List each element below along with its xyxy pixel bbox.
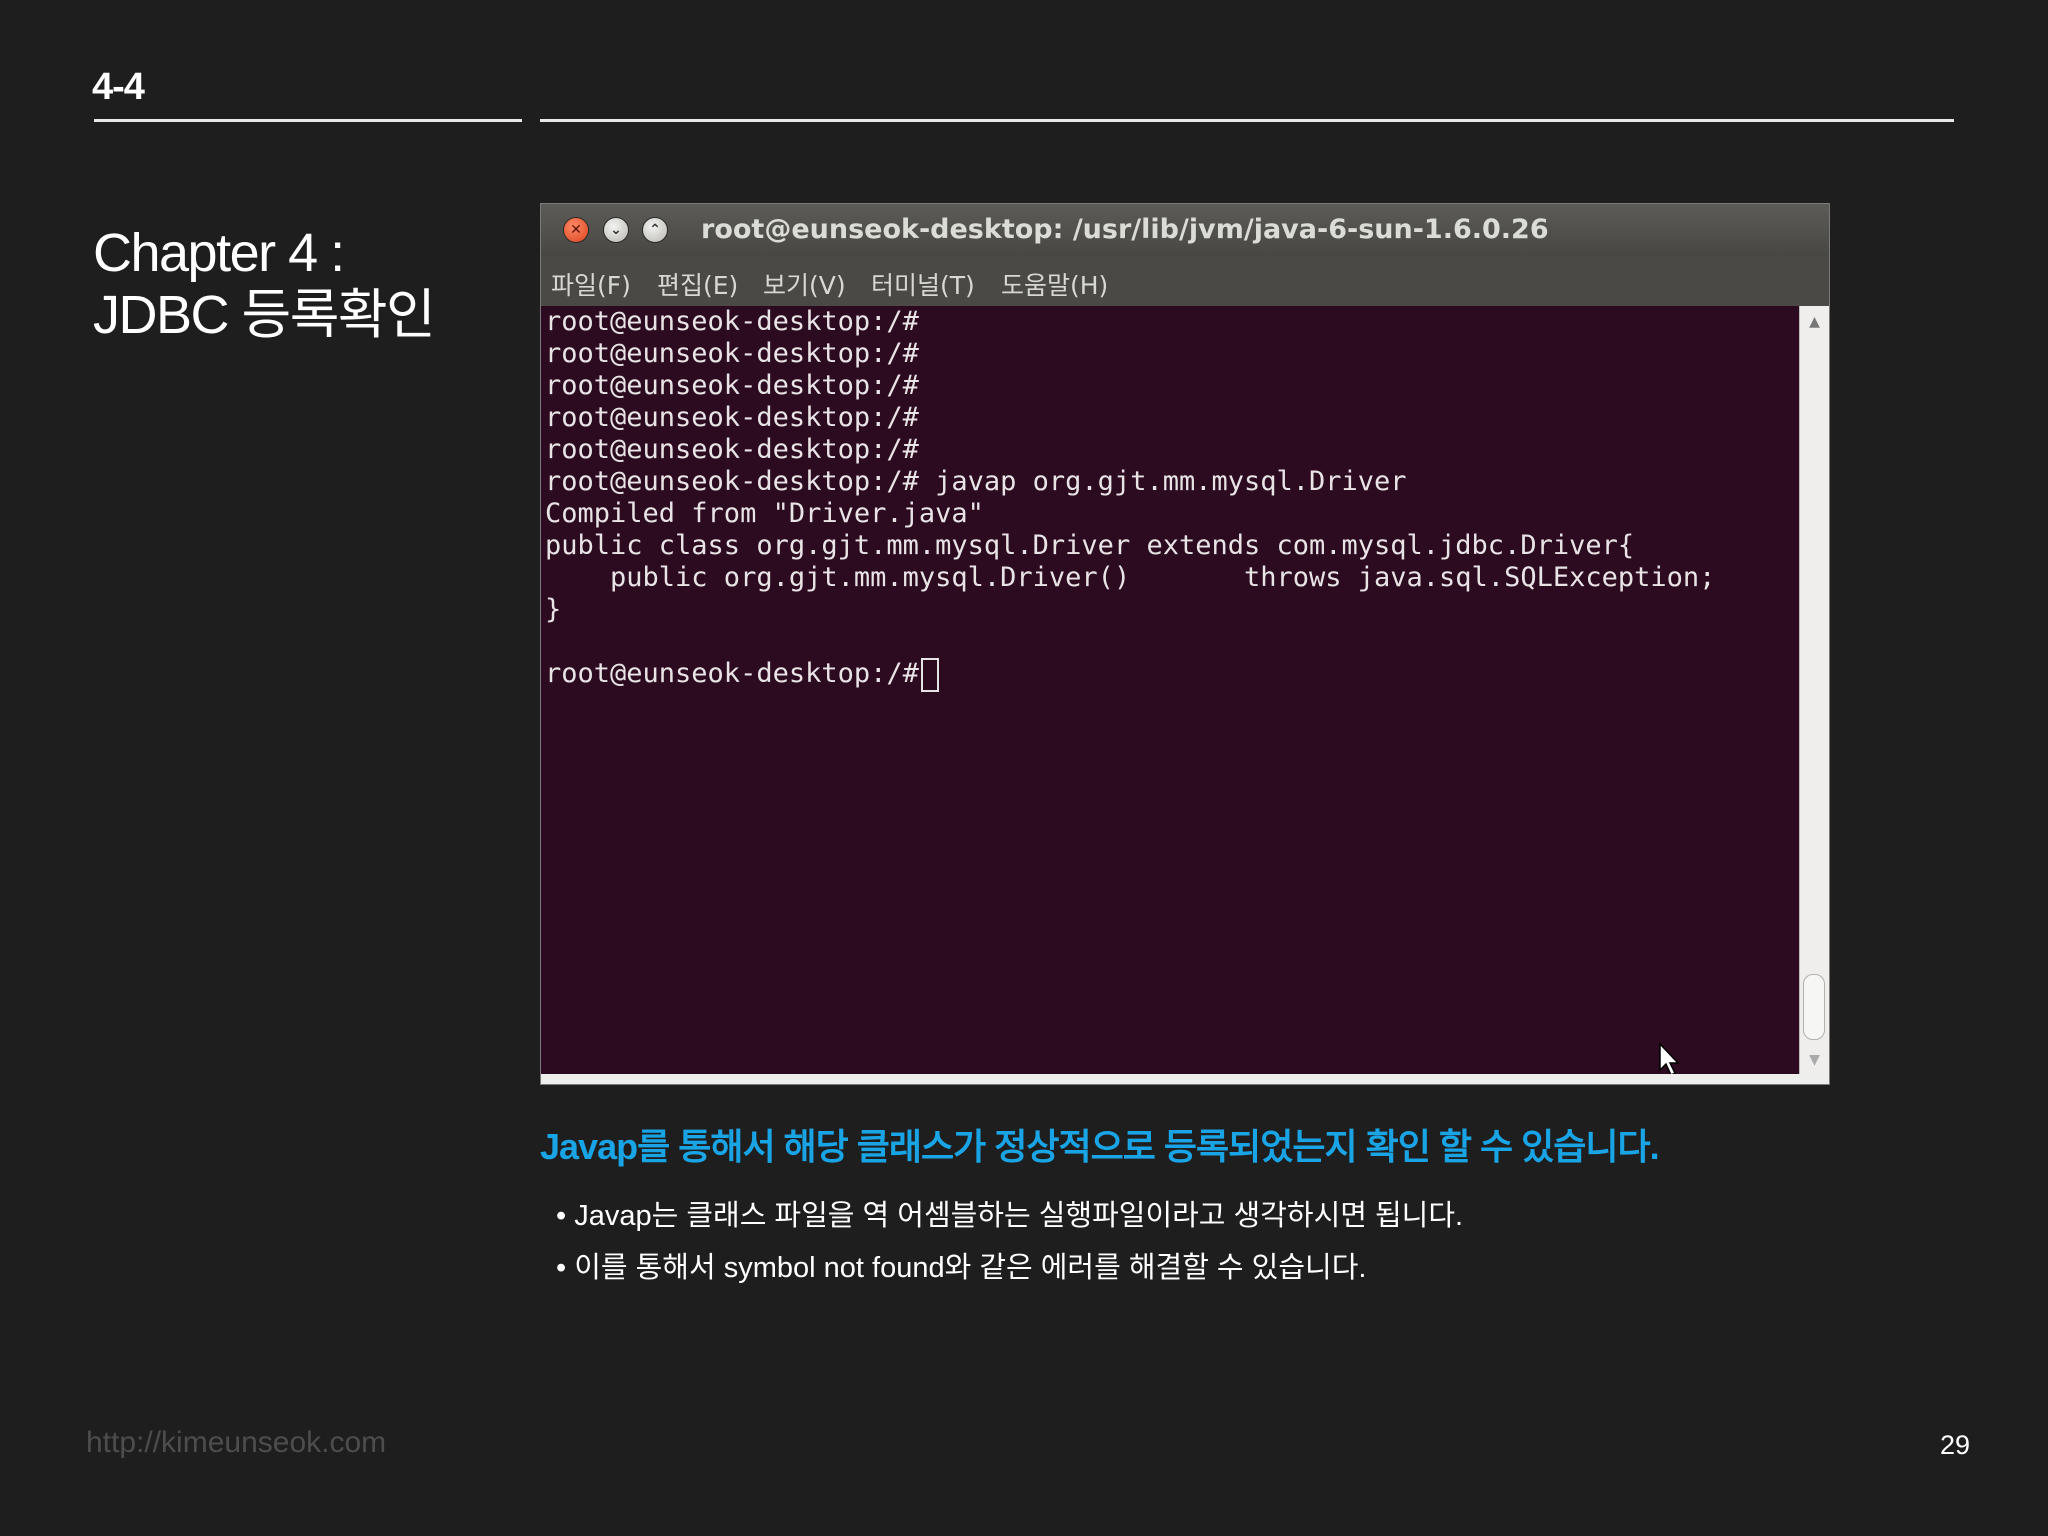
terminal-line: root@eunseok-desktop:/# javap org.gjt.mm… xyxy=(545,466,1407,497)
header-rule-right xyxy=(540,119,1954,122)
maximize-icon[interactable]: ⌃ xyxy=(642,217,668,243)
terminal-title: root@eunseok-desktop: /usr/lib/jvm/java-… xyxy=(701,214,1549,245)
menu-edit[interactable]: 편집(E) xyxy=(657,266,738,302)
menu-view[interactable]: 보기(V) xyxy=(763,266,846,302)
chapter-title-line1: Chapter 4 : xyxy=(93,223,345,283)
terminal-line: root@eunseok-desktop:/# xyxy=(545,434,919,465)
terminal-line: root@eunseok-desktop:/# xyxy=(545,370,919,401)
bullet-item: • Javap는 클래스 파일을 역 어셈블하는 실행파일이라고 생각하시면 됩… xyxy=(556,1200,1464,1232)
terminal-cursor xyxy=(921,658,939,692)
terminal-line: public class org.gjt.mm.mysql.Driver ext… xyxy=(545,530,1635,561)
terminal-line: public org.gjt.mm.mysql.Driver() throws … xyxy=(545,562,1716,593)
terminal-line: root@eunseok-desktop:/# xyxy=(545,402,919,433)
terminal-line: root@eunseok-desktop:/# xyxy=(545,338,919,369)
footer-url: http://kimeunseok.com xyxy=(86,1426,387,1459)
terminal-scrollbar[interactable]: ▲ ▼ xyxy=(1799,306,1829,1076)
terminal-window[interactable]: ✕ ⌄ ⌃ root@eunseok-desktop: /usr/lib/jvm… xyxy=(540,203,1830,1085)
header-rule-left xyxy=(94,119,522,122)
terminal-line: } xyxy=(545,594,562,625)
terminal-output[interactable]: root@eunseok-desktop:/# root@eunseok-des… xyxy=(543,306,1797,1076)
chapter-title: Chapter 4 : JDBC 등록확인 xyxy=(93,222,436,346)
menu-file[interactable]: 파일(F) xyxy=(551,266,631,302)
menu-terminal[interactable]: 터미널(T) xyxy=(871,266,975,302)
terminal-line: Compiled from "Driver.java" xyxy=(545,498,984,529)
menu-help[interactable]: 도움말(H) xyxy=(1001,266,1108,302)
bullet-item: • 이를 통해서 symbol not found와 같은 에러를 해결할 수 … xyxy=(556,1252,1367,1284)
terminal-bottom-edge xyxy=(541,1074,1829,1084)
terminal-titlebar[interactable]: ✕ ⌄ ⌃ root@eunseok-desktop: /usr/lib/jvm… xyxy=(541,204,1829,256)
minimize-icon[interactable]: ⌄ xyxy=(603,217,629,243)
mouse-pointer-icon xyxy=(1659,1042,1680,1077)
page-number: 29 xyxy=(1939,1430,1970,1460)
section-number: 4-4 xyxy=(92,66,145,108)
highlight-text: Javap를 통해서 해당 클래스가 정상적으로 등록되었는지 확인 할 수 있… xyxy=(540,1126,1660,1167)
terminal-line: root@eunseok-desktop:/# xyxy=(545,306,919,337)
scroll-up-icon[interactable]: ▲ xyxy=(1800,314,1829,330)
close-icon[interactable]: ✕ xyxy=(563,217,589,243)
chapter-title-line2: JDBC 등록확인 xyxy=(93,285,436,345)
terminal-prompt-line: root@eunseok-desktop:/# xyxy=(545,658,936,689)
scroll-down-icon[interactable]: ▼ xyxy=(1800,1052,1829,1068)
scrollbar-thumb[interactable] xyxy=(1803,974,1825,1040)
terminal-menubar: 파일(F) 편집(E) 보기(V) 터미널(T) 도움말(H) xyxy=(541,256,1829,306)
